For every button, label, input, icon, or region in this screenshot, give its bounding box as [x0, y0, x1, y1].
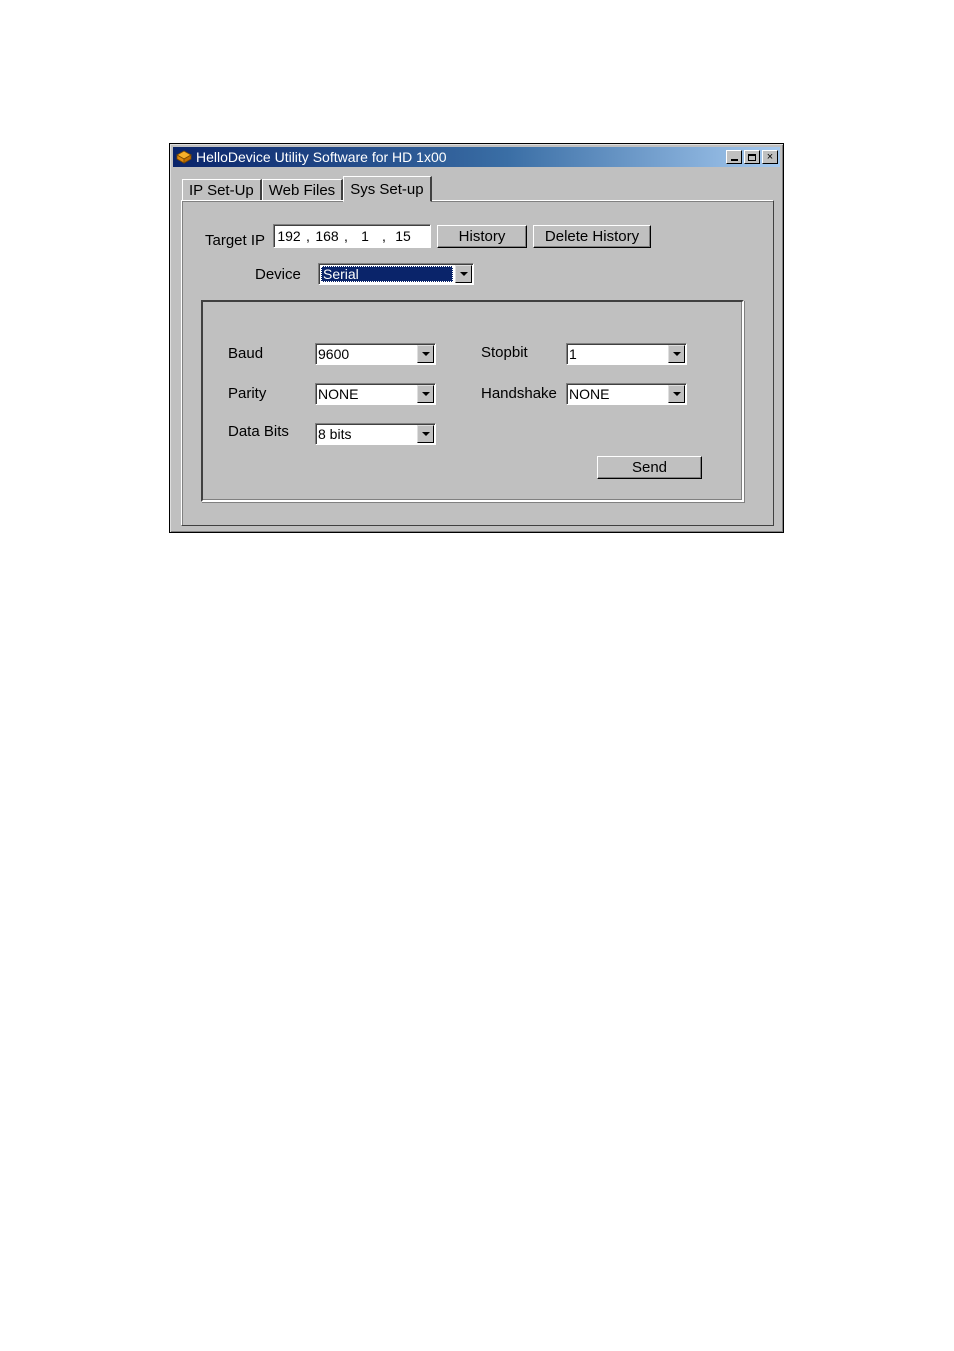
- chevron-down-icon[interactable]: [417, 385, 434, 403]
- ip-octet-2[interactable]: 168: [312, 228, 342, 244]
- handshake-value: NONE: [569, 386, 610, 402]
- window-title: HelloDevice Utility Software for HD 1x00: [196, 149, 447, 165]
- handshake-select[interactable]: NONE: [566, 383, 687, 405]
- device-select[interactable]: Serial: [318, 263, 474, 285]
- ip-separator: ,: [382, 228, 386, 244]
- ip-octet-3[interactable]: 1: [350, 228, 380, 244]
- data-bits-select[interactable]: 8 bits: [315, 423, 436, 445]
- stopbit-value: 1: [569, 346, 577, 362]
- serial-settings-group: Baud 9600 Parity NONE Data Bits 8 bits S…: [201, 300, 744, 502]
- stopbit-select[interactable]: 1: [566, 343, 687, 365]
- tab-ip-setup[interactable]: IP Set-Up: [182, 179, 262, 201]
- target-ip-input[interactable]: 192 , 168 , 1 , 15: [273, 224, 431, 248]
- ip-separator: ,: [306, 228, 310, 244]
- data-bits-label: Data Bits: [228, 423, 289, 440]
- parity-select[interactable]: NONE: [315, 383, 436, 405]
- ip-separator: ,: [344, 228, 348, 244]
- minimize-icon[interactable]: [726, 150, 742, 164]
- chevron-down-icon[interactable]: [455, 265, 472, 283]
- delete-history-button[interactable]: Delete History: [533, 225, 651, 248]
- tab-web-files[interactable]: Web Files: [261, 179, 344, 201]
- ip-octet-4[interactable]: 15: [388, 228, 418, 244]
- tab-sys-setup[interactable]: Sys Set-up: [343, 176, 432, 202]
- window-controls: ×: [724, 150, 778, 164]
- baud-select[interactable]: 9600: [315, 343, 436, 365]
- sys-setup-panel: Target IP 192 , 168 , 1 , 15 History Del…: [181, 200, 774, 526]
- title-bar[interactable]: HelloDevice Utility Software for HD 1x00…: [173, 147, 780, 167]
- tab-strip: IP Set-Up Web Files Sys Set-up: [182, 175, 432, 202]
- chevron-down-icon[interactable]: [668, 345, 685, 363]
- data-bits-value: 8 bits: [318, 426, 352, 442]
- baud-value: 9600: [318, 346, 350, 362]
- chevron-down-icon[interactable]: [417, 425, 434, 443]
- parity-label: Parity: [228, 385, 267, 402]
- baud-label: Baud: [228, 345, 264, 362]
- device-select-value: Serial: [319, 266, 455, 282]
- device-label: Device: [255, 266, 301, 283]
- maximize-icon[interactable]: [744, 150, 760, 164]
- parity-value: NONE: [318, 386, 359, 402]
- history-button[interactable]: History: [437, 225, 527, 248]
- chevron-down-icon[interactable]: [417, 345, 434, 363]
- ip-octet-1[interactable]: 192: [274, 228, 304, 244]
- handshake-label: Handshake: [481, 385, 557, 402]
- send-button[interactable]: Send: [597, 456, 702, 479]
- target-ip-label: Target IP: [205, 232, 266, 249]
- stopbit-label: Stopbit: [481, 344, 528, 361]
- app-window: HelloDevice Utility Software for HD 1x00…: [169, 143, 784, 533]
- app-logo-icon: [176, 150, 192, 164]
- chevron-down-icon[interactable]: [668, 385, 685, 403]
- close-icon[interactable]: ×: [762, 150, 778, 164]
